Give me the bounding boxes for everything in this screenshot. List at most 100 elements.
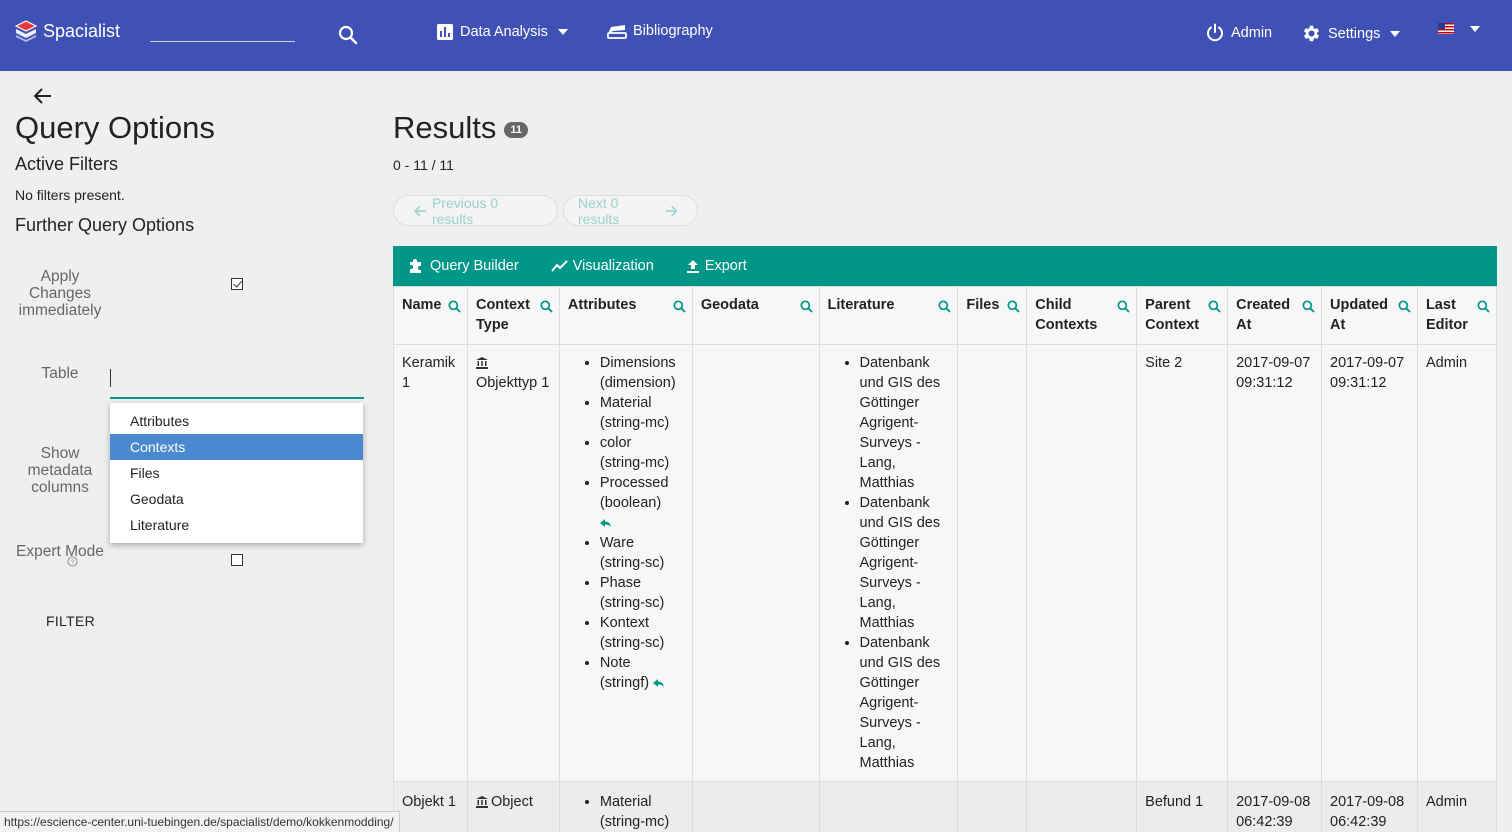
table-header-row: Name Context Type Attributes Geodata Lite… (393, 286, 1498, 345)
monument-icon (475, 357, 488, 369)
col-label: Last (1425, 297, 1456, 313)
col-geodata[interactable]: Geodata (691, 286, 820, 345)
search-icon[interactable] (938, 300, 952, 313)
search-icon[interactable] (337, 24, 359, 46)
cell-text: 06:42:39 (1236, 814, 1293, 830)
attr-name: Ware (599, 535, 635, 551)
arrow-right-icon (665, 205, 678, 216)
cell-text: Site 2 (1145, 355, 1183, 371)
next-results-button[interactable]: Next 0 results (563, 194, 698, 227)
attribute-list: Material (string-mc) (560, 792, 684, 832)
dropdown-option-contexts[interactable]: Contexts (110, 434, 363, 460)
table-row[interactable]: Keramik 1 Objekttyp 1 Dimensions (dimensio… (393, 344, 1498, 782)
cell-text: 2017-09-08 (1330, 794, 1405, 810)
col-parent-context[interactable]: Parent Context (1136, 286, 1229, 345)
search-icon[interactable] (1477, 300, 1490, 313)
col-label: Context (1145, 317, 1200, 333)
filter-button[interactable]: FILTER (46, 613, 95, 629)
col-created-at[interactable]: Created At (1227, 286, 1323, 345)
search-icon[interactable] (448, 300, 461, 313)
lit-text: Surveys - (859, 435, 921, 451)
previous-results-button[interactable]: Previous 0 results (393, 195, 558, 227)
lit-text: Surveys - (859, 575, 921, 591)
apply-changes-checkbox[interactable] (231, 278, 243, 290)
cell-files (957, 344, 1028, 782)
dropdown-option-files[interactable]: Files (110, 460, 363, 486)
search-icon[interactable] (1208, 300, 1221, 313)
table-row[interactable]: Objekt 1 Object Material (string-mc) Befu… (393, 781, 1498, 832)
results-range: 0 - 11 / 11 (393, 157, 454, 173)
col-attributes[interactable]: Attributes (558, 286, 693, 345)
dropdown-option-attributes[interactable]: Attributes (110, 408, 363, 434)
visualization-button[interactable]: Visualization (550, 258, 654, 274)
col-updated-at[interactable]: Updated At (1321, 286, 1418, 345)
search-icon[interactable] (1007, 300, 1020, 313)
search-icon[interactable] (799, 300, 813, 313)
puzzle-icon (410, 259, 421, 273)
reply-icon[interactable] (599, 518, 612, 528)
list-item: Processed (boolean) (599, 473, 684, 533)
attr-type: (string-sc) (599, 635, 665, 651)
global-search-input[interactable] (150, 22, 295, 42)
lit-text: Matthias (859, 755, 915, 771)
col-label: Editor (1425, 317, 1468, 333)
lit-text: Datenbank (859, 355, 930, 371)
attr-name: Material (599, 794, 652, 810)
cell-parent-context: Site 2 (1136, 344, 1229, 782)
settings-menu[interactable]: Settings (1301, 23, 1401, 44)
col-label: Child (1035, 297, 1072, 313)
attr-type: (string-sc) (599, 555, 665, 571)
dropdown-option-literature[interactable]: Literature (110, 512, 363, 538)
col-literature[interactable]: Literature (818, 286, 959, 345)
list-item: color (string-mc) (600, 433, 684, 473)
list-item: Datenbank und GIS des Göttinger Agrigent- Su… (860, 493, 950, 633)
col-name[interactable]: Name (393, 286, 468, 345)
cell-updated-at: 2017-09-08 06:42:39 (1321, 781, 1418, 832)
cell-created-at: 2017-09-08 06:42:39 (1227, 781, 1323, 832)
lit-text: Göttinger (859, 395, 920, 411)
lit-text: und GIS des (859, 375, 941, 391)
brand[interactable]: Spacialist (15, 20, 120, 42)
lit-text: Lang, (859, 455, 896, 471)
dropdown-option-geodata[interactable]: Geodata (110, 486, 363, 512)
results-heading: Results 11 (393, 110, 529, 146)
cell-text: 2017-09-07 (1236, 355, 1311, 371)
attr-type: (stringf) (599, 675, 650, 691)
export-label: Export (704, 258, 747, 274)
cell-context-type: Objekttyp 1 (466, 344, 560, 782)
col-context-type[interactable]: Context Type (466, 286, 560, 345)
chevron-down-icon (1470, 25, 1480, 32)
next-results-label: Next 0 results (578, 194, 620, 227)
cell-text: Objekttyp 1 (475, 375, 550, 391)
bibliography-link[interactable]: Bibliography (607, 23, 713, 39)
language-menu[interactable] (1438, 23, 1480, 34)
data-analysis-menu[interactable]: Data Analysis (436, 23, 568, 41)
table-select-input[interactable] (110, 367, 364, 399)
lit-text: Agrigent- (859, 695, 919, 711)
reply-icon[interactable] (653, 678, 665, 688)
query-builder-button[interactable]: Query Builder (409, 258, 519, 274)
line-chart-icon (550, 260, 568, 272)
search-icon[interactable] (540, 300, 553, 313)
col-label: At (1330, 317, 1346, 333)
power-icon (1207, 23, 1223, 42)
search-icon[interactable] (1302, 300, 1315, 313)
help-icon[interactable]: ? (67, 556, 78, 567)
arrow-left-icon (413, 204, 426, 217)
search-icon[interactable] (1398, 300, 1411, 313)
cell-attributes: Material (string-mc) (558, 781, 693, 832)
admin-user-menu[interactable]: Admin (1205, 23, 1272, 43)
apply-changes-label: Apply Changes immediately (18, 268, 102, 319)
col-label: Created (1236, 297, 1291, 313)
col-child-contexts[interactable]: Child Contexts (1026, 286, 1138, 345)
back-arrow-icon[interactable] (33, 87, 53, 105)
export-button[interactable]: Export (686, 258, 747, 274)
col-last-editor[interactable]: Last Editor (1416, 286, 1498, 345)
col-files[interactable]: Files (957, 286, 1028, 345)
cell-text: Admin (1425, 355, 1468, 371)
search-icon[interactable] (673, 300, 686, 313)
search-icon[interactable] (1117, 300, 1130, 313)
svg-text:?: ? (71, 559, 75, 566)
lit-text: und GIS des (859, 515, 941, 531)
expert-mode-checkbox[interactable] (231, 554, 243, 566)
